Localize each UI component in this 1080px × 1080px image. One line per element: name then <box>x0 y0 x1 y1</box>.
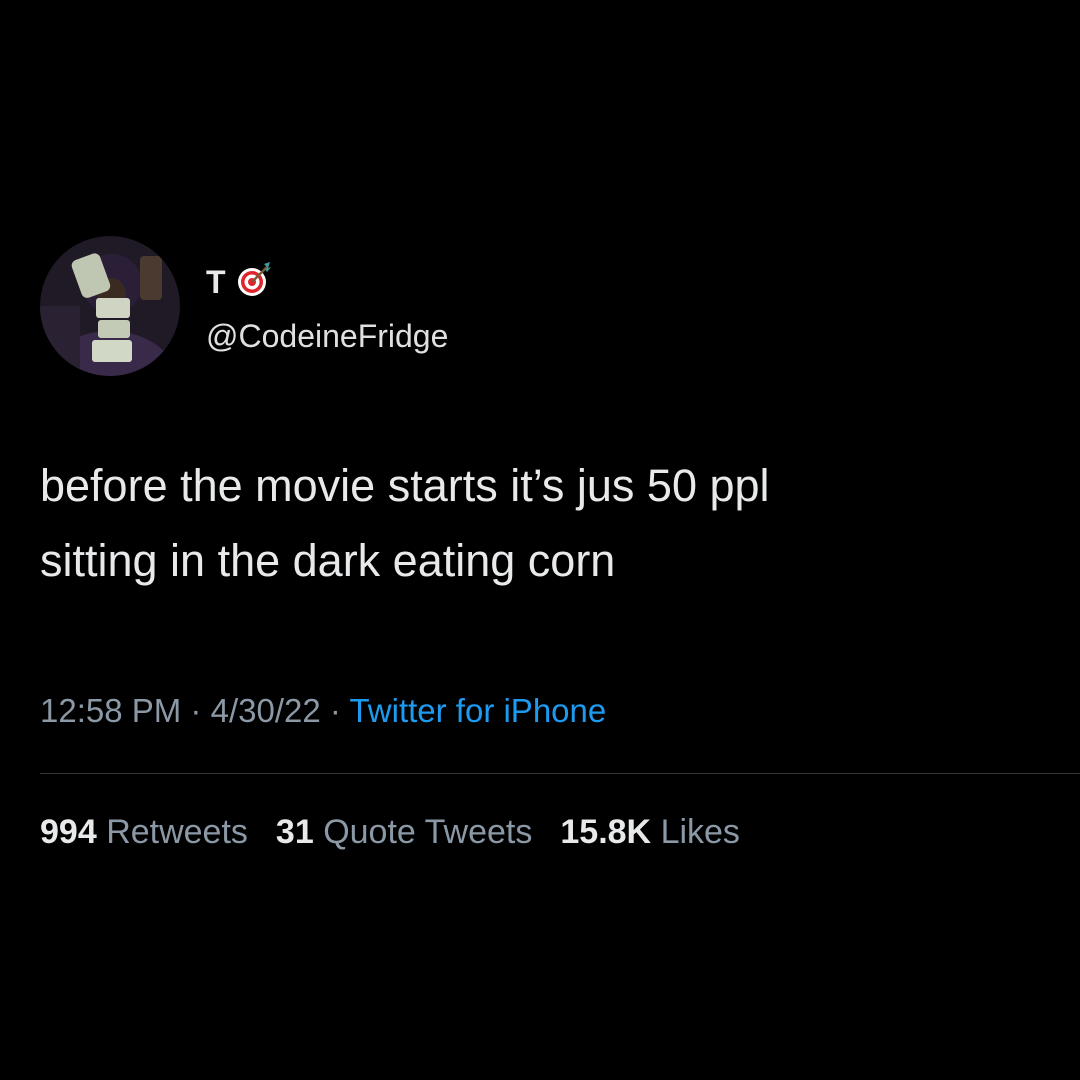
tweet-stats: 994 Retweets 31 Quote Tweets 15.8K Likes <box>40 811 740 853</box>
avatar-photo <box>40 236 180 376</box>
display-name: T <box>206 264 226 300</box>
retweets-label: Retweets <box>106 813 248 851</box>
likes-count: 15.8K <box>560 813 652 851</box>
tweet-date[interactable]: 4/30/22 <box>211 692 321 729</box>
tweet-time[interactable]: 12:58 PM <box>40 692 181 729</box>
retweets-stat[interactable]: 994 Retweets <box>40 811 248 853</box>
retweets-count: 994 <box>40 813 97 851</box>
meta-separator: · <box>190 692 202 729</box>
user-handle[interactable]: @CodeineFridge <box>206 316 448 356</box>
tweet-card: T @CodeineFridge before the movie starts… <box>0 0 1080 1080</box>
quote-tweets-label: Quote Tweets <box>323 813 533 851</box>
quote-tweets-stat[interactable]: 31 Quote Tweets <box>276 811 532 853</box>
direct-hit-target-icon <box>234 260 274 305</box>
avatar[interactable] <box>40 236 180 376</box>
likes-label: Likes <box>660 813 740 851</box>
tweet-source-link[interactable]: Twitter for iPhone <box>349 692 606 729</box>
tweet-text: before the movie starts it’s jus 50 ppl … <box>40 460 770 586</box>
quote-tweets-count: 31 <box>275 813 314 851</box>
likes-stat[interactable]: 15.8K Likes <box>560 811 740 853</box>
divider <box>40 773 1080 774</box>
meta-separator: · <box>329 692 341 729</box>
display-name-row[interactable]: T <box>206 260 274 305</box>
tweet-meta: 12:58 PM · 4/30/22 · Twitter for iPhone <box>40 689 606 733</box>
